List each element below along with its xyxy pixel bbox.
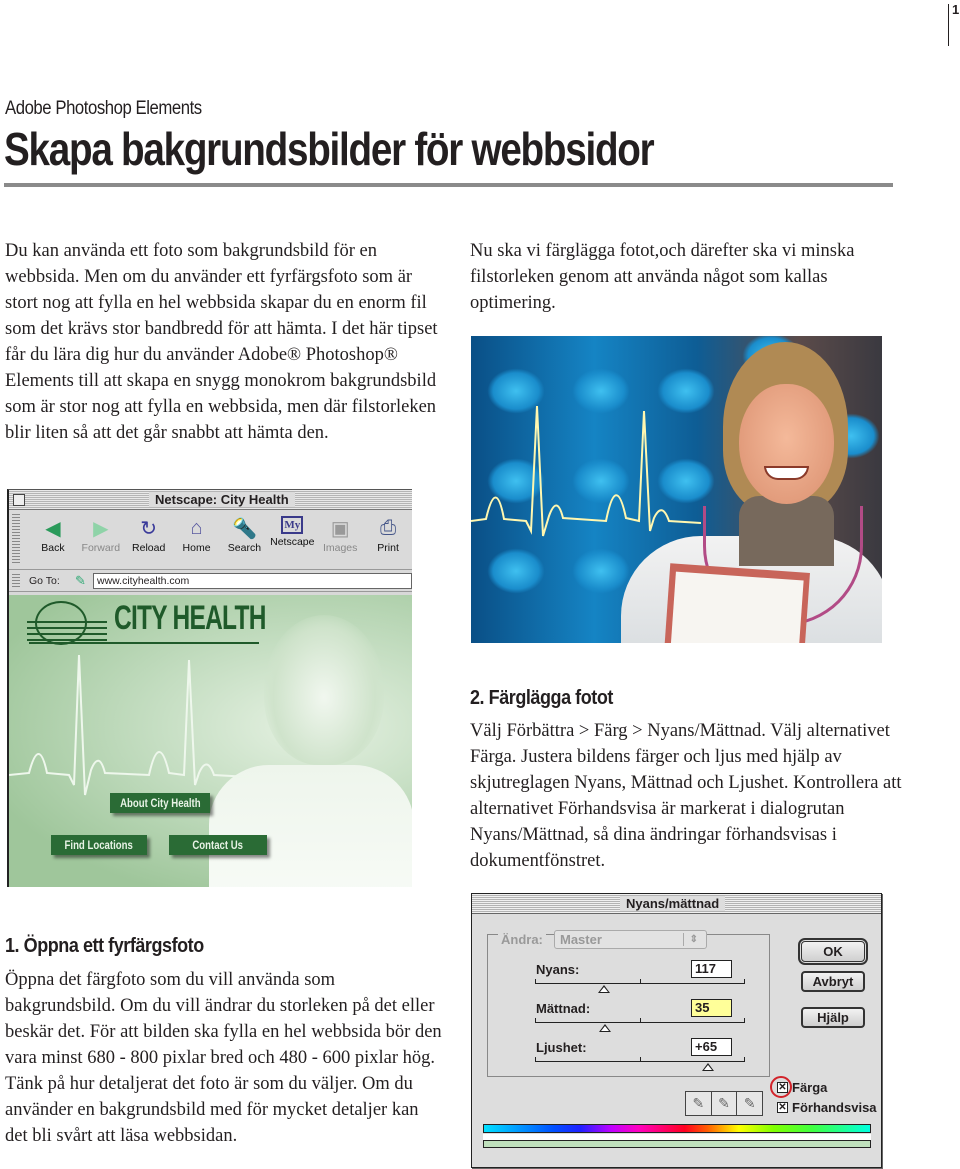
checkbox-mark-icon[interactable]: ✕ [777, 1102, 788, 1113]
page-number: 1 [952, 2, 960, 17]
toolbar-button-label: Print [377, 542, 399, 554]
toolbar-button-search: 🔦 Search [221, 510, 269, 569]
toolbar-button-home: ⌂ Home [173, 510, 221, 569]
slider-center-tick [640, 979, 641, 984]
search-flashlight-icon: 🔦 [231, 517, 257, 540]
netscape-titlebar: Netscape: City Health [9, 490, 412, 510]
cityhealth-site-preview: CITY HEALTH About City Health Find Locat… [9, 595, 412, 887]
slider-label-2: Ljushet: [536, 1040, 587, 1055]
select-divider [683, 933, 684, 946]
slider-label-1: Mättnad: [536, 1001, 591, 1016]
toolbar-button-reload: ↻ Reload [125, 510, 173, 569]
checkbox-label: Förhandsvisa [792, 1100, 877, 1115]
toolbar-grip-icon [12, 514, 20, 564]
checkbox-preview[interactable]: ✕ Förhandsvisa [777, 1100, 877, 1115]
step-2-heading: 2. Färglägga fotot [470, 687, 613, 709]
cityhealth-brand: CITY HEALTH [114, 599, 266, 637]
slider-center-tick [640, 1018, 641, 1023]
url-field: www.cityhealth.com [93, 572, 412, 589]
page-number-rule [948, 4, 949, 46]
doctor-color-photo [471, 336, 882, 643]
netscape-window-screenshot: Netscape: City Health ◀ Back ▶ Forward ↻ Relo… [7, 489, 412, 887]
doctor-smile [764, 466, 809, 480]
netscape-location-bar: Go To: ✎ www.cityhealth.com [9, 570, 412, 592]
about-city-health-button: About City Health [110, 793, 210, 813]
eyedropper-plus-icon[interactable]: ✎ [712, 1092, 738, 1115]
doctor-portrait-tinted [264, 615, 384, 765]
step-2-body: Välj Förbättra > Färg > Nyans/Mättnad. V… [470, 721, 902, 871]
home-icon: ⌂ [190, 516, 203, 539]
dialog-titlebar: Nyans/mättnad [472, 894, 881, 914]
toolbar-button-print: ⎙ Print [364, 510, 412, 569]
result-color-bar [483, 1140, 871, 1148]
eyedropper-minus-icon[interactable]: ✎ [737, 1092, 762, 1115]
intro-continuation: Nu ska vi färglägga fotot,och därefter s… [470, 241, 855, 313]
goto-label: Go To: [29, 574, 60, 587]
ok-button[interactable]: OK [798, 938, 868, 965]
slider-center-tick [640, 1057, 641, 1062]
product-name: Adobe Photoshop Elements [5, 98, 202, 119]
netscape-window-title: Netscape: City Health [149, 492, 295, 507]
my-netscape-icon: My [281, 516, 304, 534]
cityhealth-brand-rule [29, 642, 259, 644]
slider-value-field-0[interactable]: 117 [691, 960, 732, 978]
slider-thumb-1[interactable] [599, 1024, 612, 1032]
toolbar-button-label: Home [182, 542, 211, 554]
toolbar-button-back: ◀ Back [29, 510, 77, 569]
toolbar-button-label: Images [322, 542, 358, 554]
hue-spectrum-bar [483, 1124, 871, 1133]
slider-track-0[interactable] [535, 979, 745, 984]
page-title: Skapa bakgrundsbilder för webbsidor [4, 123, 655, 175]
toolbar-button-label: Reload [132, 542, 166, 554]
title-divider [4, 183, 893, 187]
step-1-heading: 1. Öppna ett fyrfärgsfoto [5, 935, 204, 957]
hue-saturation-dialog: Nyans/mättnad Ändra: Master ⇕ Nyans: 117 M… [471, 893, 882, 1168]
ecg-line [471, 406, 701, 537]
ecg-line-tinted [9, 655, 249, 796]
reload-icon: ↻ [140, 517, 158, 540]
back-arrow-icon: ◀ [45, 517, 61, 540]
slider-track-2[interactable] [535, 1057, 745, 1062]
images-icon: ▣ [330, 517, 350, 540]
contact-us-button: Contact Us [169, 835, 267, 855]
checkbox-mark-icon[interactable]: ✕ [777, 1082, 788, 1093]
edit-channel-value: Master [560, 932, 602, 947]
toolbar-button-label: Forward [81, 542, 121, 554]
slider-track-1[interactable] [535, 1018, 745, 1023]
toolbar-button-label: Netscape [270, 536, 315, 548]
eyedropper-group: ✎ ✎ ✎ [685, 1091, 763, 1116]
select-arrows-icon: ⇕ [689, 934, 698, 945]
edit-channel-select[interactable]: Master ⇕ [554, 930, 707, 949]
locationbar-grip-icon [12, 574, 20, 588]
netscape-toolbar: ◀ Back ▶ Forward ↻ Reload ⌂ Home 🔦 Search My Netsca… [9, 510, 412, 570]
checkbox-colorize[interactable]: ✕ Färga [777, 1080, 827, 1095]
clipboard-paper [670, 571, 804, 643]
slider-label-0: Nyans: [536, 962, 580, 977]
print-icon: ⎙ [380, 516, 397, 539]
cityhealth-logo-icon [35, 601, 87, 645]
doctor-face [739, 384, 834, 504]
cancel-button[interactable]: Avbryt [801, 971, 865, 992]
toolbar-button-netscape: My Netscape [268, 510, 316, 569]
eyedropper-icon[interactable]: ✎ [686, 1092, 712, 1115]
toolbar-button-label: Back [41, 542, 65, 554]
step-1-body: Öppna det färgfoto som du vill använda s… [5, 970, 442, 1146]
page-proxy-icon: ✎ [75, 572, 86, 588]
slider-value-field-2[interactable]: +65 [691, 1038, 732, 1056]
close-box-icon [13, 494, 25, 506]
edit-label: Ändra: [498, 932, 546, 947]
toolbar-button-label: Search [227, 542, 262, 554]
slider-value-field-1[interactable]: 35 [691, 999, 732, 1017]
toolbar-button-images: ▣ Images [316, 510, 364, 569]
dialog-title: Nyans/mättnad [620, 896, 726, 911]
forward-arrow-icon: ▶ [93, 517, 109, 540]
slider-thumb-2[interactable] [702, 1063, 715, 1071]
checkbox-label: Färga [792, 1080, 828, 1095]
help-button[interactable]: Hjälp [801, 1007, 865, 1028]
intro-paragraph: Du kan använda ett foto som bakgrundsbil… [5, 241, 438, 443]
find-locations-button: Find Locations [51, 835, 147, 855]
slider-thumb-0[interactable] [598, 985, 611, 993]
toolbar-button-forward: ▶ Forward [77, 510, 125, 569]
